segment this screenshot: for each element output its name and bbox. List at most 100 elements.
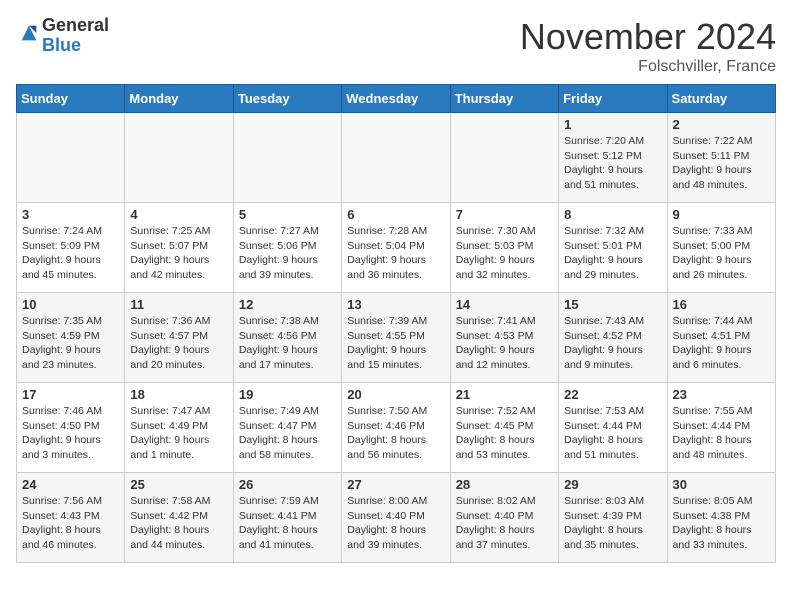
calendar-cell: 20 Sunrise: 7:50 AMSunset: 4:46 PMDayligh… <box>342 383 450 473</box>
calendar-cell: 25Sunrise: 7:58 AMSunset: 4:42 PMDayligh… <box>125 473 233 563</box>
day-number: 1 <box>564 117 661 132</box>
calendar-cell <box>125 113 233 203</box>
calendar-cell: 18 Sunrise: 7:47 AMSunset: 4:49 PMDayligh… <box>125 383 233 473</box>
day-number: 28 <box>456 477 553 492</box>
calendar-header: SundayMondayTuesdayWednesdayThursdayFrid… <box>17 85 776 113</box>
day-info: Sunrise: 7:30 AMSunset: 5:03 PMDaylight:… <box>456 224 553 283</box>
weekday-header-thursday: Thursday <box>450 85 558 113</box>
calendar-cell: 26Sunrise: 7:59 AMSunset: 4:41 PMDayligh… <box>233 473 341 563</box>
day-info: Sunrise: 7:43 AMSunset: 4:52 PMDaylight:… <box>564 314 661 373</box>
calendar-cell: 29 Sunrise: 8:03 AMSunset: 4:39 PMDayligh… <box>559 473 667 563</box>
calendar-cell: 22Sunrise: 7:53 AMSunset: 4:44 PMDayligh… <box>559 383 667 473</box>
calendar-cell: 12Sunrise: 7:38 AMSunset: 4:56 PMDayligh… <box>233 293 341 383</box>
calendar-week-1: 1Sunrise: 7:20 AMSunset: 5:12 PMDaylight… <box>17 113 776 203</box>
calendar-cell: 30 Sunrise: 8:05 AMSunset: 4:38 PMDayligh… <box>667 473 775 563</box>
day-number: 6 <box>347 207 444 222</box>
day-number: 11 <box>130 297 227 312</box>
day-info: Sunrise: 7:46 AMSunset: 4:50 PMDaylight:… <box>22 404 119 463</box>
location-subtitle: Folschviller, France <box>520 58 776 76</box>
day-info: Sunrise: 8:05 AMSunset: 4:38 PMDaylight:… <box>673 494 770 553</box>
day-number: 27 <box>347 477 444 492</box>
day-info: Sunrise: 7:33 AMSunset: 5:00 PMDaylight:… <box>673 224 770 283</box>
logo: General Blue <box>16 16 109 56</box>
calendar-cell: 11Sunrise: 7:36 AMSunset: 4:57 PMDayligh… <box>125 293 233 383</box>
day-number: 18 <box>130 387 227 402</box>
day-info: Sunrise: 7:32 AMSunset: 5:01 PMDaylight:… <box>564 224 661 283</box>
day-info: Sunrise: 7:39 AMSunset: 4:55 PMDaylight:… <box>347 314 444 373</box>
day-number: 4 <box>130 207 227 222</box>
day-info: Sunrise: 7:25 AMSunset: 5:07 PMDaylight:… <box>130 224 227 283</box>
calendar-week-2: 3 Sunrise: 7:24 AMSunset: 5:09 PMDaylight… <box>17 203 776 293</box>
day-info: Sunrise: 7:53 AMSunset: 4:44 PMDaylight:… <box>564 404 661 463</box>
day-info: Sunrise: 7:56 AMSunset: 4:43 PMDaylight:… <box>22 494 119 553</box>
day-info: Sunrise: 7:35 AMSunset: 4:59 PMDaylight:… <box>22 314 119 373</box>
logo-blue-text: Blue <box>42 35 81 55</box>
weekday-header-saturday: Saturday <box>667 85 775 113</box>
calendar-week-5: 24 Sunrise: 7:56 AMSunset: 4:43 PMDayligh… <box>17 473 776 563</box>
calendar-cell: 13 Sunrise: 7:39 AMSunset: 4:55 PMDayligh… <box>342 293 450 383</box>
logo-general-text: General <box>42 15 109 35</box>
calendar-cell <box>342 113 450 203</box>
day-number: 16 <box>673 297 770 312</box>
day-number: 23 <box>673 387 770 402</box>
day-number: 21 <box>456 387 553 402</box>
day-info: Sunrise: 7:27 AMSunset: 5:06 PMDaylight:… <box>239 224 336 283</box>
day-info: Sunrise: 7:41 AMSunset: 4:53 PMDaylight:… <box>456 314 553 373</box>
calendar-table: SundayMondayTuesdayWednesdayThursdayFrid… <box>16 84 776 563</box>
calendar-week-4: 17 Sunrise: 7:46 AMSunset: 4:50 PMDayligh… <box>17 383 776 473</box>
month-title: November 2024 <box>520 16 776 58</box>
calendar-cell: 28 Sunrise: 8:02 AMSunset: 4:40 PMDayligh… <box>450 473 558 563</box>
calendar-week-3: 10Sunrise: 7:35 AMSunset: 4:59 PMDayligh… <box>17 293 776 383</box>
day-number: 5 <box>239 207 336 222</box>
title-block: November 2024 Folschviller, France <box>520 16 776 76</box>
calendar-cell <box>233 113 341 203</box>
weekday-header-row: SundayMondayTuesdayWednesdayThursdayFrid… <box>17 85 776 113</box>
day-info: Sunrise: 7:49 AMSunset: 4:47 PMDaylight:… <box>239 404 336 463</box>
generalblue-logo-icon <box>18 22 40 44</box>
calendar-body: 1Sunrise: 7:20 AMSunset: 5:12 PMDaylight… <box>17 113 776 563</box>
day-info: Sunrise: 7:55 AMSunset: 4:44 PMDaylight:… <box>673 404 770 463</box>
day-info: Sunrise: 8:00 AMSunset: 4:40 PMDaylight:… <box>347 494 444 553</box>
weekday-header-tuesday: Tuesday <box>233 85 341 113</box>
day-number: 3 <box>22 207 119 222</box>
day-info: Sunrise: 7:59 AMSunset: 4:41 PMDaylight:… <box>239 494 336 553</box>
day-info: Sunrise: 7:38 AMSunset: 4:56 PMDaylight:… <box>239 314 336 373</box>
weekday-header-monday: Monday <box>125 85 233 113</box>
calendar-cell: 27 Sunrise: 8:00 AMSunset: 4:40 PMDayligh… <box>342 473 450 563</box>
day-number: 2 <box>673 117 770 132</box>
calendar-cell: 3 Sunrise: 7:24 AMSunset: 5:09 PMDaylight… <box>17 203 125 293</box>
weekday-header-wednesday: Wednesday <box>342 85 450 113</box>
calendar-cell: 15 Sunrise: 7:43 AMSunset: 4:52 PMDayligh… <box>559 293 667 383</box>
day-info: Sunrise: 8:03 AMSunset: 4:39 PMDaylight:… <box>564 494 661 553</box>
calendar-cell: 1Sunrise: 7:20 AMSunset: 5:12 PMDaylight… <box>559 113 667 203</box>
calendar-cell: 23 Sunrise: 7:55 AMSunset: 4:44 PMDayligh… <box>667 383 775 473</box>
day-info: Sunrise: 7:22 AMSunset: 5:11 PMDaylight:… <box>673 134 770 193</box>
calendar-cell: 8 Sunrise: 7:32 AMSunset: 5:01 PMDaylight… <box>559 203 667 293</box>
day-number: 15 <box>564 297 661 312</box>
day-number: 25 <box>130 477 227 492</box>
calendar-cell: 2 Sunrise: 7:22 AMSunset: 5:11 PMDaylight… <box>667 113 775 203</box>
calendar-cell: 17 Sunrise: 7:46 AMSunset: 4:50 PMDayligh… <box>17 383 125 473</box>
calendar-cell: 9 Sunrise: 7:33 AMSunset: 5:00 PMDaylight… <box>667 203 775 293</box>
calendar-cell: 4 Sunrise: 7:25 AMSunset: 5:07 PMDaylight… <box>125 203 233 293</box>
calendar-cell: 10Sunrise: 7:35 AMSunset: 4:59 PMDayligh… <box>17 293 125 383</box>
day-info: Sunrise: 7:47 AMSunset: 4:49 PMDaylight:… <box>130 404 227 463</box>
day-number: 20 <box>347 387 444 402</box>
day-number: 24 <box>22 477 119 492</box>
day-number: 17 <box>22 387 119 402</box>
day-number: 29 <box>564 477 661 492</box>
day-info: Sunrise: 8:02 AMSunset: 4:40 PMDaylight:… <box>456 494 553 553</box>
day-number: 19 <box>239 387 336 402</box>
day-number: 8 <box>564 207 661 222</box>
day-number: 30 <box>673 477 770 492</box>
day-number: 9 <box>673 207 770 222</box>
weekday-header-sunday: Sunday <box>17 85 125 113</box>
weekday-header-friday: Friday <box>559 85 667 113</box>
day-number: 14 <box>456 297 553 312</box>
calendar-cell <box>450 113 558 203</box>
calendar-cell: 24 Sunrise: 7:56 AMSunset: 4:43 PMDayligh… <box>17 473 125 563</box>
calendar-cell: 19 Sunrise: 7:49 AMSunset: 4:47 PMDayligh… <box>233 383 341 473</box>
day-number: 13 <box>347 297 444 312</box>
day-info: Sunrise: 7:24 AMSunset: 5:09 PMDaylight:… <box>22 224 119 283</box>
day-info: Sunrise: 7:50 AMSunset: 4:46 PMDaylight:… <box>347 404 444 463</box>
